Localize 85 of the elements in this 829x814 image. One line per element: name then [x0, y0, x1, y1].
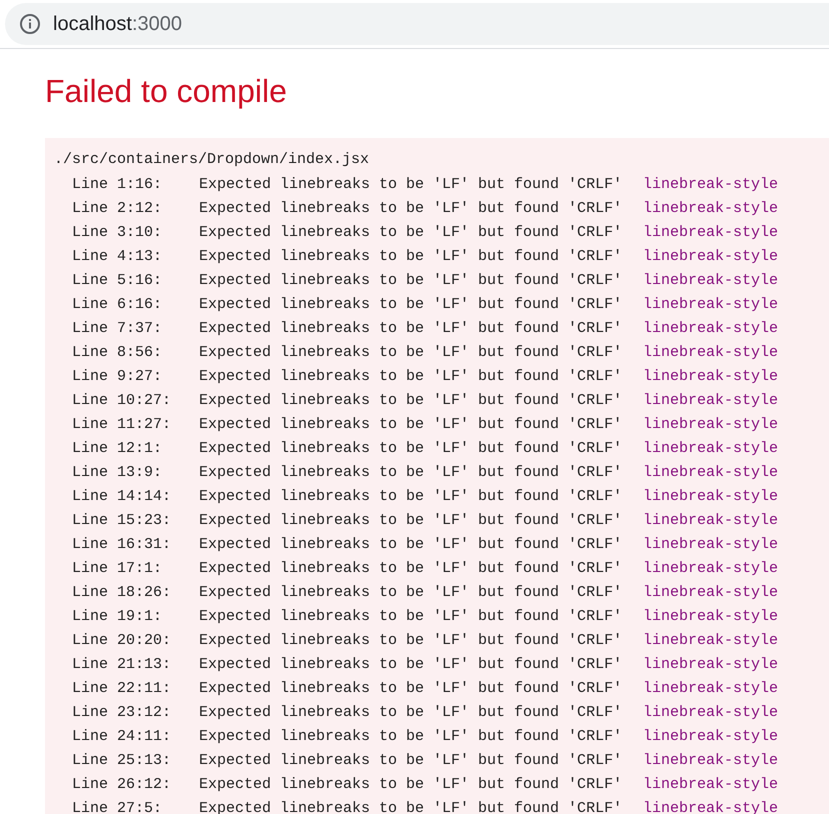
rule-name: linebreak-style [643, 344, 780, 360]
error-message: Expected linebreaks to be 'LF' but found 'CRLF' [199, 608, 624, 624]
line-location: Line 21:13: [72, 656, 172, 672]
rule-name: linebreak-style [643, 392, 780, 408]
error-message: Expected linebreaks to be 'LF' but found 'CRLF' [199, 680, 624, 696]
rule-name: linebreak-style [643, 464, 780, 480]
error-message: Expected linebreaks to be 'LF' but found 'CRLF' [199, 200, 624, 216]
line-location: Line 24:11: [72, 728, 172, 744]
rule-name: linebreak-style [643, 728, 780, 744]
error-message: Expected linebreaks to be 'LF' but found 'CRLF' [199, 296, 624, 312]
line-location: Line 3:10: [72, 224, 164, 240]
rule-name: linebreak-style [643, 176, 780, 192]
rule-name: linebreak-style [643, 704, 780, 720]
line-location: Line 5:16: [72, 272, 164, 288]
line-location: Line 13:9: [72, 464, 164, 480]
file-path: ./src/containers/Dropdown/index.jsx [54, 150, 370, 170]
info-icon[interactable] [19, 13, 41, 35]
rule-name: linebreak-style [643, 656, 780, 672]
line-location: Line 6:16: [72, 296, 164, 312]
rule-name: linebreak-style [643, 248, 780, 264]
rule-name: linebreak-style [643, 224, 780, 240]
error-message: Expected linebreaks to be 'LF' but found 'CRLF' [199, 440, 624, 456]
line-location: Line 8:56: [72, 344, 164, 360]
error-message: Expected linebreaks to be 'LF' but found 'CRLF' [199, 512, 624, 528]
error-message: Expected linebreaks to be 'LF' but found 'CRLF' [199, 416, 624, 432]
url-host: localhost [53, 12, 132, 36]
rule-name: linebreak-style [643, 416, 780, 432]
error-message: Expected linebreaks to be 'LF' but found 'CRLF' [199, 368, 624, 384]
error-message: Expected linebreaks to be 'LF' but found 'CRLF' [199, 584, 624, 600]
rule-name: linebreak-style [643, 680, 780, 696]
error-message: Expected linebreaks to be 'LF' but found 'CRLF' [199, 656, 624, 672]
error-message: Expected linebreaks to be 'LF' but found 'CRLF' [199, 320, 624, 336]
error-message: Expected linebreaks to be 'LF' but found 'CRLF' [199, 632, 624, 648]
line-location: Line 26:12: [72, 776, 172, 792]
rule-name: linebreak-style [643, 752, 780, 768]
line-location: Line 18:26: [72, 584, 172, 600]
rule-name: linebreak-style [643, 296, 780, 312]
line-location: Line 27:5: [72, 800, 164, 814]
line-location: Line 9:27: [72, 368, 164, 384]
line-location: Line 15:23: [72, 512, 172, 528]
error-message: Expected linebreaks to be 'LF' but found 'CRLF' [199, 728, 624, 744]
rule-name: linebreak-style [643, 584, 780, 600]
rule-name: linebreak-style [643, 776, 780, 792]
line-location: Line 10:27: [72, 392, 172, 408]
rule-name: linebreak-style [643, 320, 780, 336]
rule-name: linebreak-style [643, 632, 780, 648]
rule-name: linebreak-style [643, 536, 780, 552]
line-location: Line 12:1: [72, 440, 164, 456]
line-location: Line 2:12: [72, 200, 164, 216]
error-message: Expected linebreaks to be 'LF' but found 'CRLF' [199, 560, 624, 576]
error-message: Expected linebreaks to be 'LF' but found 'CRLF' [199, 464, 624, 480]
error-message: Expected linebreaks to be 'LF' but found 'CRLF' [199, 176, 624, 192]
error-message: Expected linebreaks to be 'LF' but found 'CRLF' [199, 704, 624, 720]
error-title: Failed to compile [45, 72, 288, 111]
rule-name: linebreak-style [643, 560, 780, 576]
rule-name: linebreak-style [643, 272, 780, 288]
line-location: Line 20:20: [72, 632, 172, 648]
line-location: Line 16:31: [72, 536, 172, 552]
error-message: Expected linebreaks to be 'LF' but found 'CRLF' [199, 224, 624, 240]
line-location: Line 25:13: [72, 752, 172, 768]
url-port: :3000 [132, 12, 182, 36]
error-message: Expected linebreaks to be 'LF' but found 'CRLF' [199, 488, 624, 504]
rule-name: linebreak-style [643, 608, 780, 624]
line-location: Line 17:1: [72, 560, 164, 576]
error-message: Expected linebreaks to be 'LF' but found 'CRLF' [199, 536, 624, 552]
rule-name: linebreak-style [643, 440, 780, 456]
line-location: Line 19:1: [72, 608, 164, 624]
line-location: Line 1:16: [72, 176, 164, 192]
line-location: Line 4:13: [72, 248, 164, 264]
error-message: Expected linebreaks to be 'LF' but found 'CRLF' [199, 272, 624, 288]
line-location: Line 23:12: [72, 704, 172, 720]
rule-name: linebreak-style [643, 368, 780, 384]
line-location: Line 14:14: [72, 488, 172, 504]
line-location: Line 22:11: [72, 680, 172, 696]
rule-name: linebreak-style [643, 488, 780, 504]
error-message: Expected linebreaks to be 'LF' but found 'CRLF' [199, 392, 624, 408]
error-message: Expected linebreaks to be 'LF' but found 'CRLF' [199, 752, 624, 768]
line-location: Line 7:37: [72, 320, 164, 336]
error-message: Expected linebreaks to be 'LF' but found 'CRLF' [199, 248, 624, 264]
address-bar[interactable]: localhost:3000 [5, 3, 829, 45]
rule-name: linebreak-style [643, 200, 780, 216]
rule-name: linebreak-style [643, 512, 780, 528]
error-message: Expected linebreaks to be 'LF' but found 'CRLF' [199, 344, 624, 360]
error-message: Expected linebreaks to be 'LF' but found 'CRLF' [199, 776, 624, 792]
line-location: Line 11:27: [72, 416, 172, 432]
